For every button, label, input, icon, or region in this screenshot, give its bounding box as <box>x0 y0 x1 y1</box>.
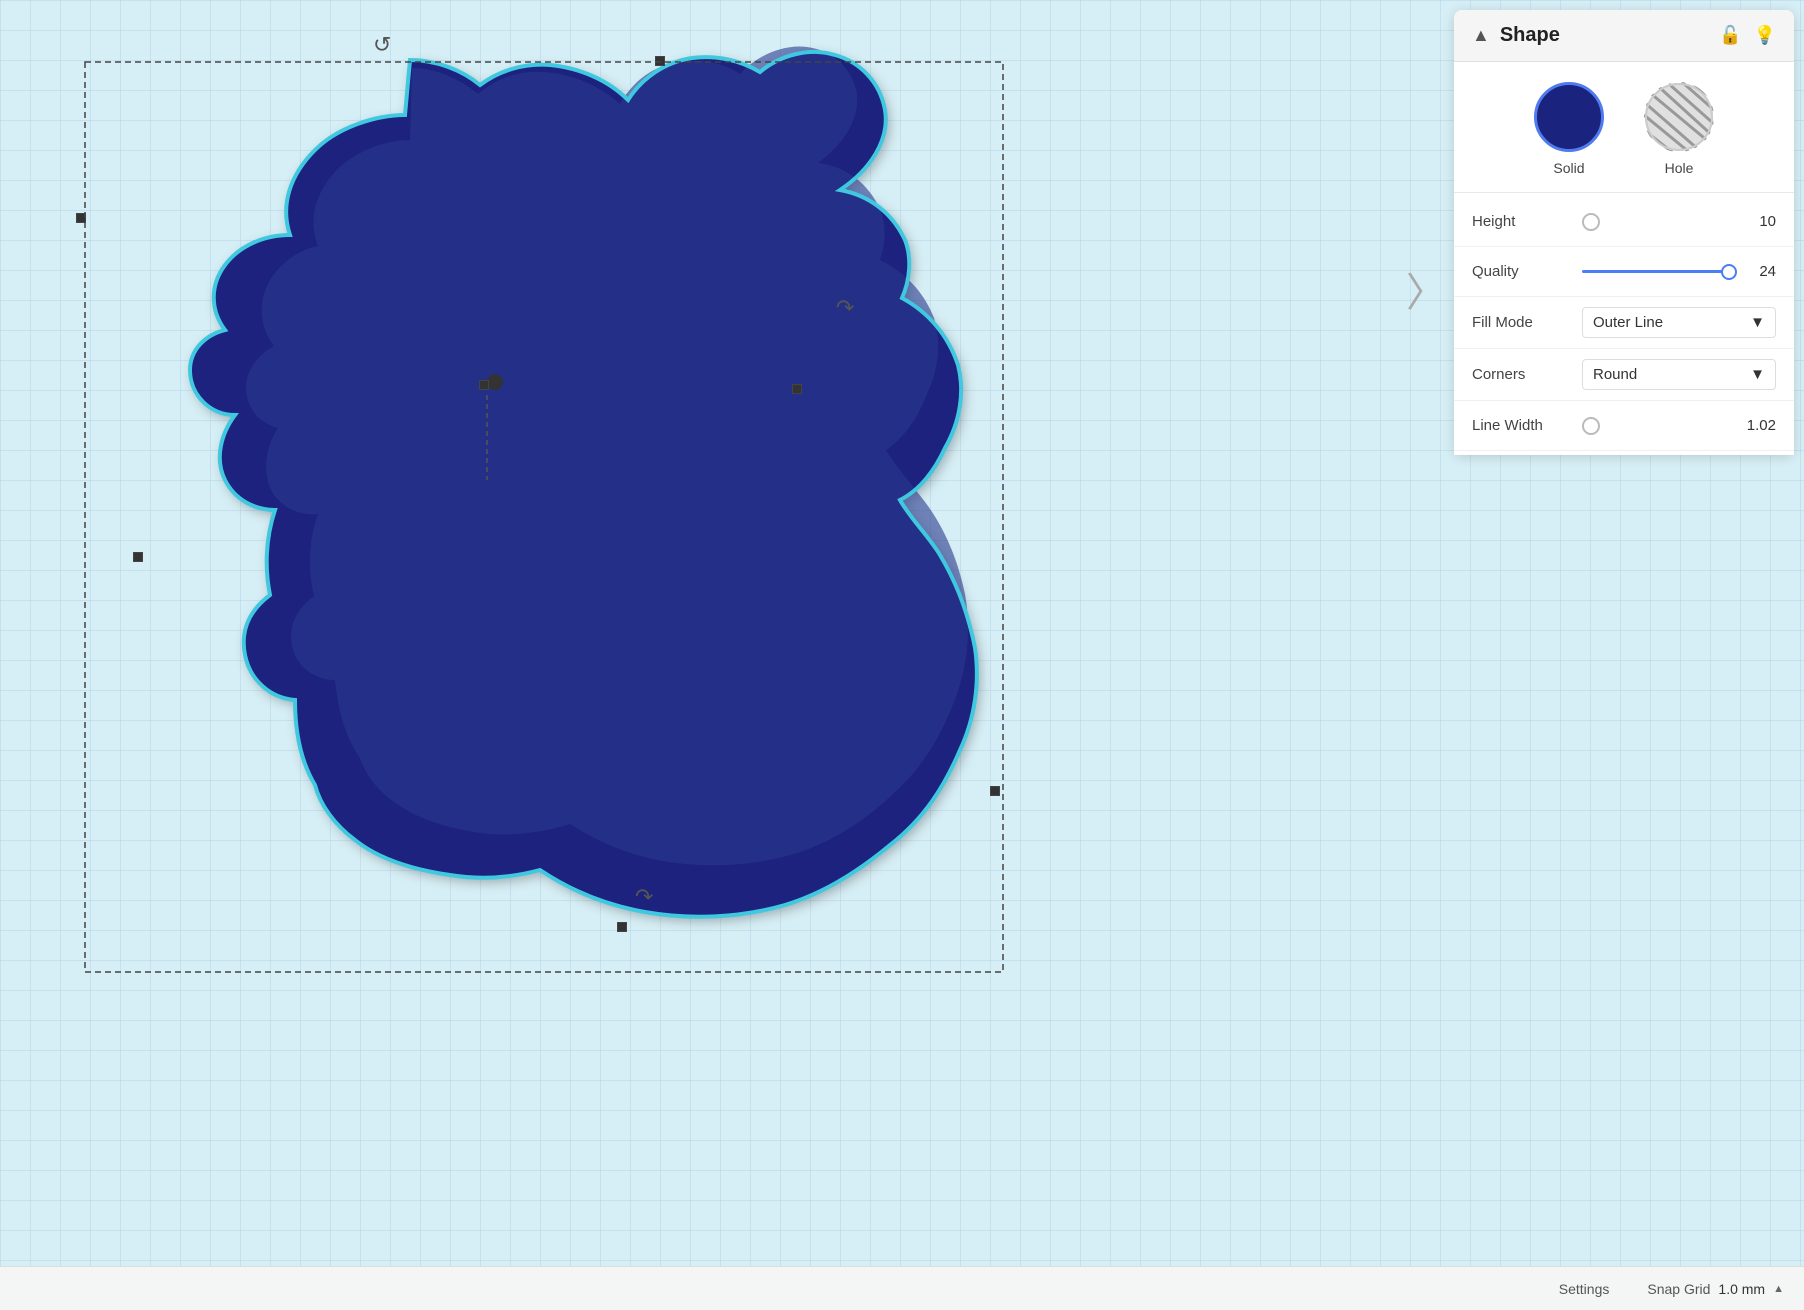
corners-row: Corners Round ▼ <box>1454 349 1794 401</box>
solid-circle <box>1534 82 1604 152</box>
corners-label: Corners <box>1472 366 1582 383</box>
rotate-handle-bottom[interactable]: ↷ <box>635 884 653 910</box>
settings-button[interactable]: Settings <box>1559 1281 1610 1297</box>
panel-icons: 🔓 💡 <box>1719 25 1776 46</box>
snap-grid-value: 1.0 mm <box>1718 1281 1765 1297</box>
hole-option[interactable]: Hole <box>1644 82 1714 176</box>
quality-thumb <box>1721 264 1737 280</box>
fill-mode-row: Fill Mode Outer Line ▼ <box>1454 297 1794 349</box>
corners-arrow: ▼ <box>1750 366 1765 383</box>
line-width-row: Line Width 1.02 <box>1454 401 1794 451</box>
handle-right-mid[interactable] <box>792 384 802 394</box>
rotate-handle-top[interactable]: ↺ <box>373 32 391 58</box>
handle-bottom-right[interactable] <box>990 786 1000 796</box>
handle-bottom-center[interactable] <box>617 922 627 932</box>
rotate-handle-right[interactable]: ↷ <box>836 295 854 321</box>
snap-grid-dropdown[interactable]: ▲ <box>1773 1283 1784 1295</box>
right-panel: ▲ Shape 🔓 💡 Solid Hole <box>1454 10 1794 455</box>
height-label: Height <box>1472 213 1582 230</box>
height-slider-icon[interactable] <box>1582 213 1600 231</box>
height-control <box>1582 213 1736 231</box>
solid-option[interactable]: Solid <box>1534 82 1604 176</box>
line-width-value: 1.02 <box>1736 417 1776 434</box>
quality-value: 24 <box>1736 263 1776 280</box>
snap-grid-label: Snap Grid <box>1647 1281 1710 1297</box>
handle-top-center[interactable] <box>655 56 665 66</box>
panel-header: ▲ Shape 🔓 💡 <box>1454 10 1794 62</box>
properties-panel: Height 10 Quality 24 Fill Mode Outer Lin… <box>1454 193 1794 455</box>
line-width-slider-icon[interactable] <box>1582 417 1600 435</box>
handle-left-lower[interactable] <box>133 552 143 562</box>
light-icon[interactable]: 💡 <box>1754 25 1776 46</box>
handle-left-mid[interactable] <box>76 213 86 223</box>
hole-label: Hole <box>1665 160 1694 176</box>
right-bracket: 〉 <box>1406 260 1446 318</box>
panel-title: Shape <box>1500 24 1719 47</box>
corners-dropdown[interactable]: Round ▼ <box>1582 359 1776 390</box>
quality-row: Quality 24 <box>1454 247 1794 297</box>
hole-circle <box>1644 82 1714 152</box>
fill-mode-label: Fill Mode <box>1472 314 1582 331</box>
fill-mode-arrow: ▼ <box>1750 314 1765 331</box>
bottom-bar: Settings Snap Grid 1.0 mm ▲ <box>0 1266 1804 1310</box>
quality-label: Quality <box>1472 263 1582 280</box>
line-width-control <box>1582 417 1736 435</box>
fill-mode-dropdown[interactable]: Outer Line ▼ <box>1582 307 1776 338</box>
center-point <box>487 374 503 390</box>
line-width-label: Line Width <box>1472 417 1582 434</box>
solid-label: Solid <box>1553 160 1584 176</box>
shape-selector: Solid Hole <box>1454 62 1794 193</box>
corners-value: Round <box>1593 366 1637 383</box>
center-handle[interactable] <box>479 380 489 390</box>
height-row: Height 10 <box>1454 197 1794 247</box>
lock-icon[interactable]: 🔓 <box>1719 25 1741 46</box>
quality-slider[interactable] <box>1582 270 1736 273</box>
collapse-button[interactable]: ▲ <box>1472 25 1490 46</box>
quality-control <box>1582 270 1736 273</box>
fill-mode-value: Outer Line <box>1593 314 1663 331</box>
height-value: 10 <box>1736 213 1776 230</box>
